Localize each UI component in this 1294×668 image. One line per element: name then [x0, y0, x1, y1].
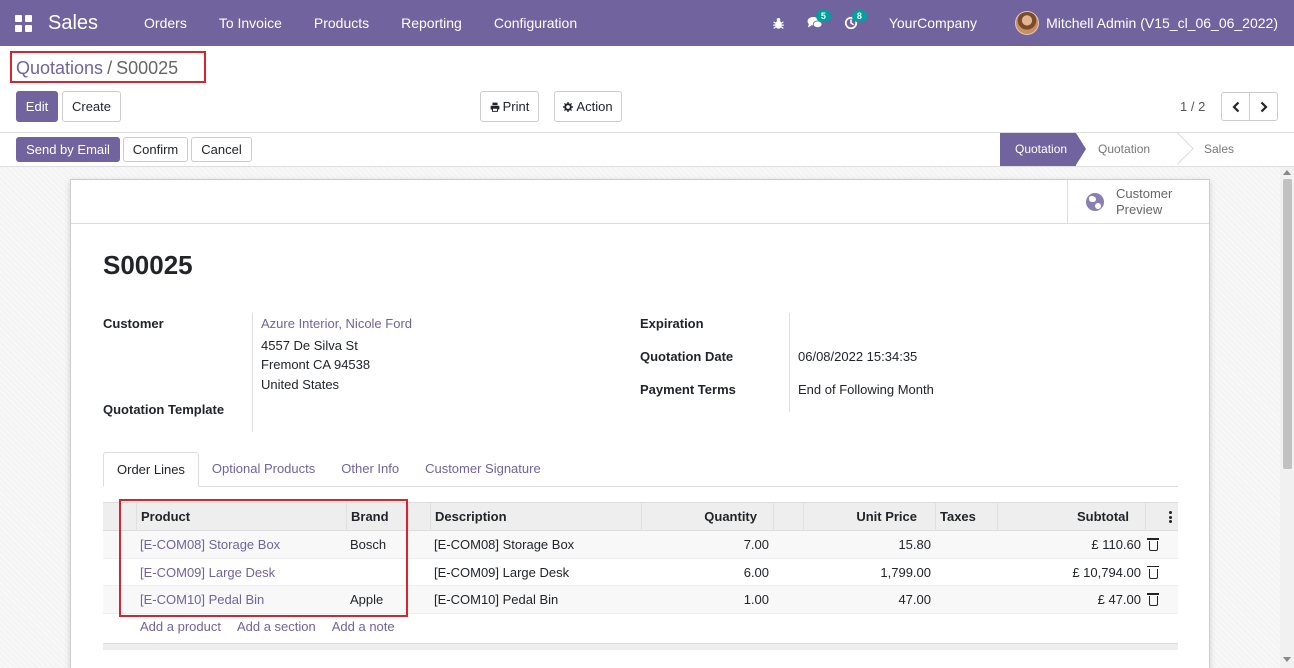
highlight-box-breadcrumb — [10, 51, 206, 83]
user-avatar[interactable] — [1015, 11, 1040, 35]
messages-count-badge: 5 — [815, 10, 831, 22]
column-header-blank — [408, 503, 431, 531]
scroll-down-arrow-icon[interactable] — [1283, 657, 1291, 662]
row-quantity[interactable]: 1.00 — [641, 586, 773, 613]
row-quantity[interactable]: 6.00 — [641, 559, 773, 586]
expiration-label: Expiration — [640, 316, 704, 331]
debug-bug-icon[interactable] — [761, 0, 797, 46]
scrollbar[interactable] — [1280, 167, 1294, 668]
column-header-uom — [773, 503, 803, 531]
column-header-unit-price[interactable]: Unit Price — [803, 503, 935, 531]
tab-order-lines[interactable]: Order Lines — [103, 452, 199, 487]
tab-other-info[interactable]: Other Info — [328, 452, 412, 487]
field-divider-right — [789, 313, 790, 412]
row-subtotal: £ 10,794.00 — [1072, 564, 1141, 580]
pager-value[interactable]: 1 / 2 — [1180, 99, 1205, 114]
status-step-quotation[interactable]: Quotation — [1000, 133, 1086, 166]
payment-terms-value: End of Following Month — [798, 382, 934, 397]
row-description[interactable]: [E-COM09] Large Desk — [430, 559, 641, 586]
statusbar: Send by Email Confirm Cancel Quotation Q… — [0, 132, 1294, 189]
tab-optional-products[interactable]: Optional Products — [199, 452, 328, 487]
smart-button-box: Customer Preview — [71, 180, 1209, 224]
row-quantity[interactable]: 7.00 — [641, 531, 773, 558]
action-button[interactable]: Action — [554, 91, 622, 122]
globe-icon — [1086, 192, 1104, 211]
row-unit-price[interactable]: 15.80 — [803, 531, 935, 558]
pager-next-button[interactable] — [1249, 92, 1278, 121]
customer-preview-label-line-1: Customer — [1116, 185, 1173, 201]
row-subtotal: £ 110.60 — [1091, 537, 1141, 552]
column-header-description[interactable]: Description — [430, 503, 641, 531]
column-options[interactable] — [1145, 503, 1178, 531]
scroll-up-arrow-icon[interactable] — [1283, 170, 1291, 175]
quotation-date-value: 06/08/2022 15:34:35 — [798, 349, 918, 364]
record-title: S00025 — [103, 250, 193, 280]
customer-link[interactable]: Azure Interior, Nicole Ford — [261, 316, 412, 331]
column-header-taxes[interactable]: Taxes — [935, 503, 997, 531]
column-header-subtotal[interactable]: Subtotal — [997, 503, 1145, 531]
chevron-right-icon — [1260, 101, 1268, 112]
top-navbar: Sales Orders To Invoice Products Reporti… — [0, 0, 1294, 46]
row-unit-price[interactable]: 1,799.00 — [803, 559, 935, 586]
menu-reporting[interactable]: Reporting — [385, 0, 478, 46]
scrollbar-thumb[interactable] — [1283, 179, 1292, 469]
customer-preview-button[interactable]: Customer Preview — [1067, 180, 1209, 223]
quotation-template-label: Quotation Template — [103, 402, 225, 417]
trash-icon[interactable] — [1147, 565, 1159, 579]
row-subtotal: £ 47.00 — [1097, 592, 1141, 607]
kebab-menu-icon[interactable] — [1169, 511, 1172, 523]
company-switcher[interactable]: YourCompany — [889, 15, 977, 31]
row-description[interactable]: [E-COM08] Storage Box — [430, 531, 641, 558]
add-line-row: Add a product Add a section Add a note — [103, 619, 395, 643]
notebook-tabs: Order Lines Optional Products Other Info… — [103, 452, 1178, 487]
apps-menu-icon[interactable] — [0, 0, 46, 46]
user-menu[interactable]: Mitchell Admin (V15_cl_06_06_2022) — [1046, 15, 1278, 31]
print-icon — [490, 102, 499, 112]
add-note-link[interactable]: Add a note — [332, 619, 395, 643]
trash-icon[interactable] — [1147, 593, 1159, 606]
customer-address-street: 4557 De Silva St — [261, 338, 358, 353]
field-divider — [252, 313, 253, 432]
messages-icon[interactable]: 5 — [797, 0, 833, 46]
customer-preview-label-line-2: Preview — [1116, 201, 1163, 217]
row-description[interactable]: [E-COM10] Pedal Bin — [430, 586, 641, 613]
gear-icon — [563, 101, 574, 112]
customer-address-city: Fremont CA 94538 — [261, 357, 371, 372]
app-name[interactable]: Sales — [48, 12, 98, 35]
activities-count-badge: 8 — [851, 10, 867, 22]
pager-previous-button[interactable] — [1221, 92, 1250, 121]
menu-products[interactable]: Products — [298, 0, 385, 46]
chevron-left-icon — [1231, 101, 1239, 112]
action-label: Action — [576, 99, 613, 114]
activities-clock-icon[interactable]: 8 — [833, 0, 869, 46]
quotation-date-label: Quotation Date — [640, 349, 734, 364]
status-steps: Quotation Quotation Sent Sales Order — [1000, 133, 1280, 189]
confirm-button[interactable]: Confirm — [123, 137, 188, 162]
status-step-sales-order[interactable]: Sales Order — [1183, 133, 1280, 189]
create-button[interactable]: Create — [62, 91, 121, 122]
menu-configuration[interactable]: Configuration — [478, 0, 593, 46]
table-footer — [103, 643, 1178, 650]
customer-label: Customer — [103, 316, 164, 331]
print-button[interactable]: Print — [480, 91, 539, 122]
menu-to-invoice[interactable]: To Invoice — [203, 0, 298, 46]
tab-customer-signature[interactable]: Customer Signature — [412, 452, 554, 487]
add-product-link[interactable]: Add a product — [140, 619, 221, 643]
status-step-quotation-sent[interactable]: Quotation Sent — [1076, 133, 1183, 189]
print-label: Print — [502, 99, 530, 114]
payment-terms-label: Payment Terms — [640, 382, 736, 397]
row-unit-price[interactable]: 47.00 — [803, 586, 935, 613]
column-header-quantity[interactable]: Quantity — [641, 503, 773, 531]
cancel-button[interactable]: Cancel — [191, 137, 252, 162]
edit-button[interactable]: Edit — [16, 91, 58, 122]
send-by-email-button[interactable]: Send by Email — [16, 137, 120, 162]
add-section-link[interactable]: Add a section — [237, 619, 316, 643]
highlight-box-product-brand — [119, 499, 408, 617]
customer-address-country: United States — [261, 377, 340, 392]
trash-icon[interactable] — [1147, 538, 1159, 551]
menu-orders[interactable]: Orders — [128, 0, 203, 46]
